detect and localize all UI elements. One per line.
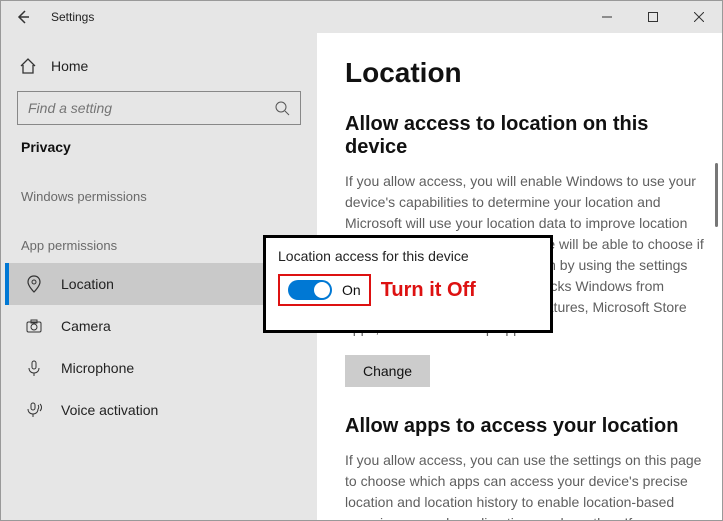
search-input[interactable] bbox=[28, 100, 274, 116]
close-icon bbox=[694, 12, 704, 22]
sidebar-item-label: Camera bbox=[61, 318, 111, 334]
home-icon bbox=[19, 57, 37, 75]
back-arrow-icon bbox=[15, 9, 31, 25]
location-access-toggle[interactable] bbox=[288, 280, 332, 300]
minimize-icon bbox=[602, 12, 612, 22]
minimize-button[interactable] bbox=[584, 1, 630, 33]
section-body-app-access: If you allow access, you can use the set… bbox=[345, 450, 704, 520]
close-button[interactable] bbox=[676, 1, 722, 33]
sidebar-group-windows-permissions: Windows permissions bbox=[5, 165, 313, 214]
callout-title: Location access for this device bbox=[278, 248, 538, 264]
toggle-state-label: On bbox=[342, 282, 361, 298]
sidebar-item-label: Location bbox=[61, 276, 114, 292]
section-title-app-access: Allow apps to access your location bbox=[345, 415, 704, 438]
callout-row: On Turn it Off bbox=[278, 274, 538, 306]
sidebar-item-home[interactable]: Home bbox=[5, 49, 313, 83]
page-title: Location bbox=[345, 57, 704, 89]
toggle-knob bbox=[314, 282, 330, 298]
window-title: Settings bbox=[51, 10, 94, 24]
toggle-highlight-box: On bbox=[278, 274, 371, 306]
titlebar: Settings bbox=[1, 1, 722, 33]
settings-window: Settings Home bbox=[0, 0, 723, 521]
sidebar-item-microphone[interactable]: Microphone bbox=[5, 347, 313, 389]
window-controls bbox=[584, 1, 722, 33]
change-button[interactable]: Change bbox=[345, 355, 430, 387]
maximize-icon bbox=[648, 12, 658, 22]
home-label: Home bbox=[51, 58, 88, 74]
search-icon bbox=[274, 100, 290, 116]
sidebar-section-privacy: Privacy bbox=[5, 139, 313, 165]
sidebar-item-label: Voice activation bbox=[61, 402, 158, 418]
microphone-icon bbox=[25, 359, 43, 377]
back-button[interactable] bbox=[1, 1, 45, 33]
scrollbar-thumb[interactable] bbox=[715, 163, 718, 227]
location-icon bbox=[25, 275, 43, 293]
search-container bbox=[5, 83, 313, 139]
maximize-button[interactable] bbox=[630, 1, 676, 33]
camera-icon bbox=[25, 317, 43, 335]
sidebar-item-label: Microphone bbox=[61, 360, 134, 376]
search-box[interactable] bbox=[17, 91, 301, 125]
annotation-callout: Location access for this device On Turn … bbox=[263, 235, 553, 333]
section-title-device-access: Allow access to location on this device bbox=[345, 113, 704, 159]
annotation-text: Turn it Off bbox=[381, 279, 476, 302]
voice-activation-icon bbox=[25, 401, 43, 419]
sidebar-item-voice-activation[interactable]: Voice activation bbox=[5, 389, 313, 431]
